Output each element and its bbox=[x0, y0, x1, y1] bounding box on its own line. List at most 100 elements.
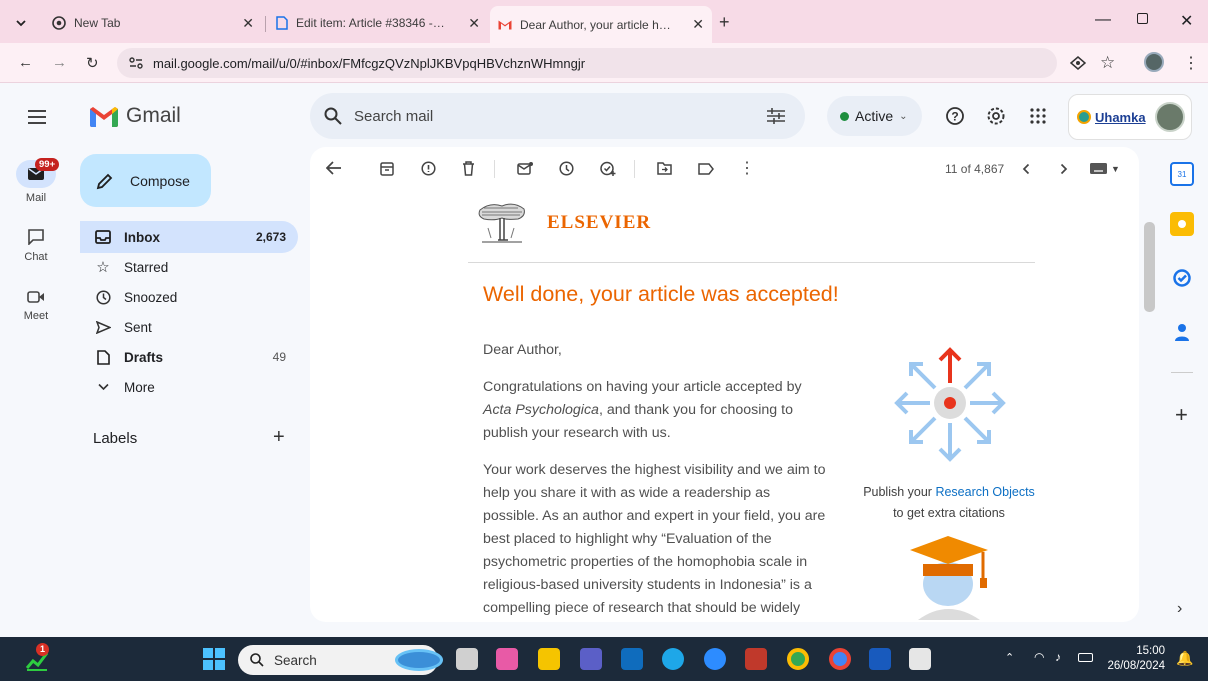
tasks-icon[interactable] bbox=[1170, 266, 1194, 290]
close-icon[interactable]: ✕ bbox=[468, 15, 480, 32]
report-spam-icon[interactable] bbox=[421, 161, 436, 176]
toolbar-divider bbox=[634, 160, 635, 178]
back-to-inbox-icon[interactable] bbox=[326, 161, 342, 175]
email-paragraph-2: Your work deserves the highest visibilit… bbox=[483, 459, 853, 620]
stocks-widget[interactable]: 1 bbox=[24, 643, 50, 672]
rail-chat[interactable]: Chat bbox=[0, 229, 72, 263]
gmail-logo[interactable]: Gmail bbox=[90, 104, 181, 128]
delete-icon[interactable] bbox=[462, 161, 475, 176]
journal-name: Acta Psychologica bbox=[483, 402, 599, 418]
more-options-icon[interactable]: ⋮ bbox=[739, 158, 755, 178]
tab-search-button[interactable] bbox=[10, 12, 32, 34]
help-icon[interactable]: ? bbox=[945, 106, 965, 126]
chrome-app-icon-active[interactable] bbox=[829, 648, 851, 670]
text-line: Acta Psychologica, and thank you for cho… bbox=[483, 399, 853, 422]
address-bar[interactable]: mail.google.com/mail/u/0/#inbox/FMfcgzQV… bbox=[117, 48, 1057, 78]
task-view-icon[interactable] bbox=[456, 648, 478, 670]
search-options-icon[interactable] bbox=[767, 108, 785, 124]
eye-icon[interactable] bbox=[1070, 56, 1086, 70]
account-logo-text: Uhamka bbox=[1095, 109, 1146, 125]
move-to-icon[interactable] bbox=[657, 162, 672, 175]
restore-button[interactable] bbox=[1137, 13, 1148, 24]
compose-button[interactable]: Compose bbox=[80, 154, 211, 207]
get-addons-button[interactable]: + bbox=[1175, 402, 1188, 428]
zoom-icon[interactable] bbox=[704, 648, 726, 670]
nav-inbox[interactable]: Inbox 2,673 bbox=[80, 221, 298, 253]
copilot-icon[interactable] bbox=[496, 648, 518, 670]
archive-icon[interactable] bbox=[380, 162, 394, 176]
nav-snoozed[interactable]: Snoozed bbox=[80, 281, 298, 313]
newer-icon[interactable] bbox=[1022, 163, 1030, 175]
profile-avatar[interactable] bbox=[1144, 52, 1164, 72]
file-explorer-icon[interactable] bbox=[538, 648, 560, 670]
nav-more[interactable]: More bbox=[80, 371, 298, 403]
label-icon[interactable] bbox=[698, 163, 714, 175]
system-clock[interactable]: 15:00 26/08/2024 bbox=[1105, 644, 1165, 674]
contacts-icon[interactable] bbox=[1170, 320, 1194, 344]
settings-gear-icon[interactable] bbox=[986, 106, 1006, 126]
windows-start-icon[interactable] bbox=[203, 648, 225, 670]
snipping-tool-icon[interactable] bbox=[909, 648, 931, 670]
text-line: psychometric properties of the homophobi… bbox=[483, 554, 808, 570]
tab-gmail[interactable]: Dear Author, your article has be ✕ bbox=[490, 6, 712, 43]
text-line: to get extra citations bbox=[893, 506, 1005, 520]
chrome-app-icon[interactable] bbox=[787, 648, 809, 670]
send-icon bbox=[95, 320, 111, 334]
tab-edit-item[interactable]: Edit item: Article #38346 - Repo ✕ bbox=[268, 8, 488, 38]
rail-mail[interactable]: 99+ Mail bbox=[0, 158, 72, 204]
expand-panel-icon[interactable]: › bbox=[1177, 600, 1182, 618]
account-switcher[interactable]: Uhamka bbox=[1068, 94, 1192, 140]
inbox-icon bbox=[95, 230, 111, 244]
wifi-icon[interactable]: ◠ bbox=[1034, 650, 1044, 664]
close-icon[interactable]: ✕ bbox=[692, 16, 704, 33]
chrome-menu-icon[interactable]: ⋮ bbox=[1183, 53, 1199, 73]
notification-bell-icon[interactable]: 🔔 bbox=[1176, 650, 1193, 667]
edge-icon[interactable] bbox=[662, 648, 684, 670]
bookmark-star-icon[interactable]: ☆ bbox=[1100, 53, 1115, 73]
text-line: Your work deserves the highest visibilit… bbox=[483, 462, 826, 478]
tab-new-tab[interactable]: New Tab ✕ bbox=[44, 8, 262, 38]
text-line: help you share it with as wide a readers… bbox=[483, 485, 771, 501]
tab-title: Dear Author, your article has be bbox=[520, 17, 676, 32]
search-bar[interactable]: Search mail bbox=[310, 93, 805, 139]
promo-text: Publish your Research Objects to get ext… bbox=[851, 482, 1047, 524]
tab-title: New Tab bbox=[74, 16, 121, 30]
nav-sent[interactable]: Sent bbox=[80, 311, 298, 343]
older-icon[interactable] bbox=[1060, 163, 1068, 175]
close-icon[interactable]: ✕ bbox=[242, 15, 254, 32]
apps-grid-icon[interactable] bbox=[1030, 108, 1046, 124]
battery-icon[interactable] bbox=[1078, 653, 1093, 662]
app-icon[interactable] bbox=[745, 648, 767, 670]
word-icon[interactable] bbox=[869, 648, 891, 670]
nav-count: 2,673 bbox=[255, 230, 286, 244]
nav-drafts[interactable]: Drafts 49 bbox=[80, 341, 298, 373]
teams-icon[interactable] bbox=[580, 648, 602, 670]
reload-icon[interactable]: ↻ bbox=[86, 54, 99, 72]
search-input[interactable]: Search mail bbox=[354, 108, 433, 125]
clock-time: 15:00 bbox=[1136, 645, 1165, 657]
compose-label: Compose bbox=[130, 172, 190, 189]
add-label-button[interactable]: + bbox=[273, 426, 285, 449]
tray-overflow-icon[interactable]: ⌃ bbox=[1005, 651, 1014, 664]
forward-arrow-icon[interactable]: → bbox=[52, 54, 67, 71]
new-tab-button[interactable]: + bbox=[719, 12, 730, 33]
input-tools-button[interactable]: ▼ bbox=[1090, 163, 1120, 174]
message-scrollbar[interactable] bbox=[1144, 222, 1155, 312]
add-task-icon[interactable] bbox=[600, 161, 616, 176]
text-line: compelling piece of research that should… bbox=[483, 600, 801, 616]
keep-icon[interactable] bbox=[1170, 212, 1194, 236]
rail-meet[interactable]: Meet bbox=[0, 290, 72, 322]
nav-starred[interactable]: ☆ Starred bbox=[80, 251, 298, 283]
mail-app-icon[interactable] bbox=[621, 648, 643, 670]
mark-unread-icon[interactable] bbox=[517, 162, 533, 175]
minimize-button[interactable]: — bbox=[1095, 11, 1111, 29]
research-objects-link[interactable]: Research Objects bbox=[935, 485, 1034, 499]
back-arrow-icon[interactable]: ← bbox=[18, 54, 33, 71]
menu-icon[interactable] bbox=[28, 110, 46, 124]
status-selector[interactable]: Active ⌄ bbox=[827, 96, 922, 136]
snooze-icon[interactable] bbox=[559, 161, 574, 176]
volume-icon[interactable]: ♪ bbox=[1055, 650, 1061, 664]
calendar-icon[interactable]: 31 bbox=[1170, 162, 1194, 186]
close-window-button[interactable]: ✕ bbox=[1180, 11, 1193, 31]
research-objects-arrows-icon bbox=[894, 347, 1006, 462]
